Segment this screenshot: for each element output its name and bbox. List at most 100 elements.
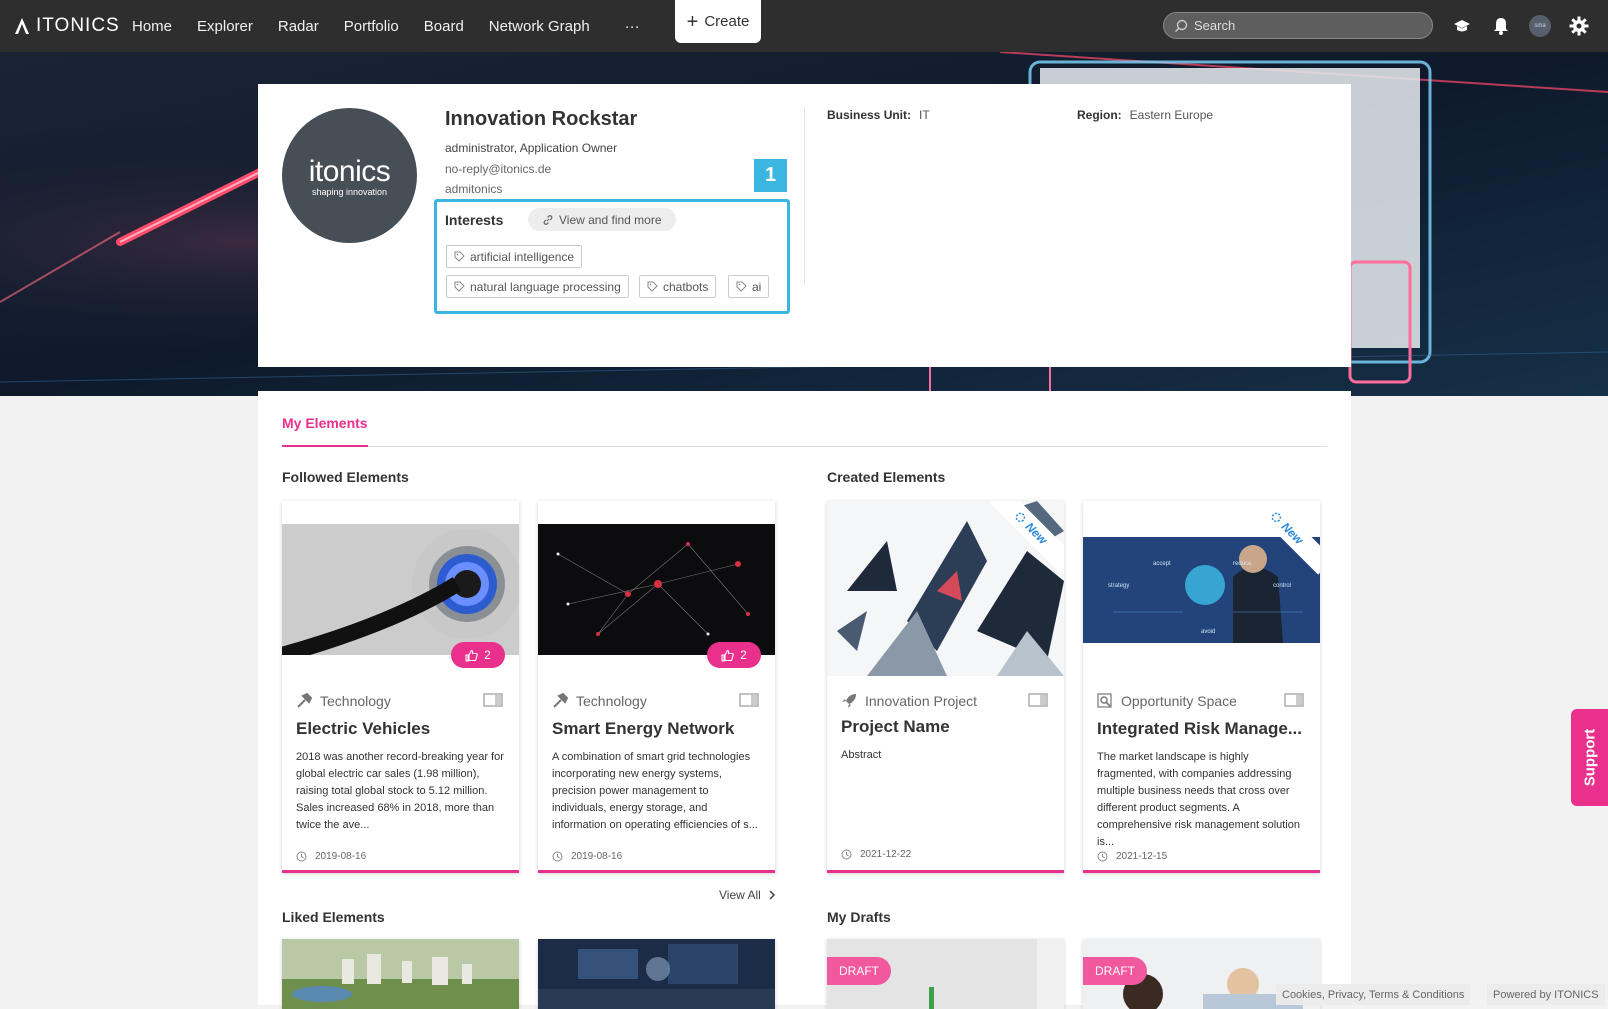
draft-card-1[interactable]: DRAFT bbox=[827, 939, 1064, 1009]
region-label: Region: bbox=[1077, 108, 1122, 122]
avatar-logo-text: itonics bbox=[308, 154, 391, 188]
top-navigation-bar: ITONICS Home Explorer Radar Portfolio Bo… bbox=[0, 0, 1608, 52]
my-drafts-heading: My Drafts bbox=[827, 909, 891, 925]
nav-portfolio[interactable]: Portfolio bbox=[344, 18, 399, 35]
element-card-integrated-risk-management[interactable]: accept reduce strategy control avoid New Opp… bbox=[1083, 501, 1320, 873]
more-menu-button[interactable]: ··· bbox=[625, 18, 640, 35]
view-more-label: View and find more bbox=[559, 212, 662, 227]
card-title[interactable]: Project Name bbox=[841, 717, 1051, 737]
card-title[interactable]: Electric Vehicles bbox=[296, 719, 506, 739]
legal-footer-link[interactable]: Cookies, Privacy, Terms & Conditions bbox=[1276, 984, 1471, 1005]
app-logo[interactable]: ITONICS bbox=[14, 15, 120, 37]
thumbs-up-icon bbox=[721, 649, 734, 662]
rocket-icon bbox=[842, 694, 856, 708]
liked-elements-heading: Liked Elements bbox=[282, 909, 385, 925]
liked-card-operating-room[interactable] bbox=[538, 939, 775, 1009]
card-type: Innovation Project bbox=[841, 693, 977, 709]
draft-badge: DRAFT bbox=[1083, 957, 1147, 985]
user-avatar[interactable]: sma bbox=[1529, 15, 1551, 37]
element-card-smart-energy-network[interactable]: 2 Technology Smart Energy Network A comb… bbox=[538, 501, 775, 873]
followed-elements-heading: Followed Elements bbox=[282, 469, 409, 485]
created-elements-heading: Created Elements bbox=[827, 469, 946, 485]
presentation-icon[interactable] bbox=[1028, 693, 1048, 709]
tab-active-indicator bbox=[282, 445, 368, 447]
settings-gear-icon[interactable] bbox=[1568, 15, 1590, 37]
support-tab[interactable]: Support bbox=[1571, 709, 1608, 806]
magnifier-icon bbox=[1097, 693, 1112, 708]
tag-label: ai bbox=[752, 279, 762, 294]
svg-text:strategy: strategy bbox=[1108, 583, 1129, 589]
card-date: 2019-08-16 bbox=[296, 851, 366, 862]
card-image: accept reduce strategy control avoid bbox=[1083, 537, 1320, 643]
link-icon bbox=[543, 214, 553, 225]
element-card-electric-vehicles[interactable]: 2 Technology Electric Vehicles 2018 was … bbox=[282, 501, 519, 873]
create-button[interactable]: + Create bbox=[675, 0, 761, 43]
tag-icon bbox=[736, 281, 747, 292]
create-label: Create bbox=[704, 13, 750, 30]
card-date-value: 2021-12-22 bbox=[860, 849, 912, 860]
card-type-label: Innovation Project bbox=[865, 693, 978, 709]
card-description: 2018 was another record-breaking year fo… bbox=[296, 751, 504, 831]
card-type-label: Technology bbox=[320, 693, 391, 709]
tag-label: natural language processing bbox=[470, 279, 621, 294]
tag-label: chatbots bbox=[663, 279, 709, 294]
plus-icon: + bbox=[686, 10, 699, 33]
svg-text:accept: accept bbox=[1153, 561, 1171, 567]
interests-title: Interests bbox=[445, 212, 504, 228]
tag-icon bbox=[454, 281, 465, 292]
my-elements-panel: My Elements Followed Elements Created El… bbox=[258, 391, 1351, 1009]
avatar-tagline: shaping innovation bbox=[311, 186, 388, 197]
region-value: Eastern Europe bbox=[1129, 108, 1214, 122]
new-spinner-icon bbox=[1015, 512, 1026, 523]
nav-radar[interactable]: Radar bbox=[278, 18, 319, 35]
card-type-label: Opportunity Space bbox=[1121, 693, 1237, 709]
support-label: Support bbox=[1581, 728, 1598, 787]
draft-badge: DRAFT bbox=[827, 957, 891, 985]
search-input[interactable] bbox=[1194, 18, 1414, 33]
view-all-link[interactable]: View All bbox=[719, 888, 776, 902]
powered-by-footer-link[interactable]: Powered by ITONICS bbox=[1487, 984, 1605, 1005]
presentation-icon[interactable] bbox=[483, 693, 503, 709]
tag-icon bbox=[647, 281, 658, 292]
nav-board[interactable]: Board bbox=[424, 18, 464, 35]
card-title[interactable]: Smart Energy Network bbox=[552, 719, 762, 739]
element-card-project-name[interactable]: New Innovation Project Project Name Abst… bbox=[827, 501, 1064, 873]
profile-card: itonics shaping innovation Innovation Ro… bbox=[258, 84, 1351, 367]
card-type: Opportunity Space bbox=[1097, 693, 1237, 709]
tag-icon bbox=[454, 251, 465, 262]
nav-network-graph[interactable]: Network Graph bbox=[489, 18, 590, 35]
nav-explorer[interactable]: Explorer bbox=[197, 18, 253, 35]
interest-tag-nlp[interactable]: natural language processing bbox=[446, 275, 629, 298]
annotation-marker: 1 bbox=[754, 159, 787, 192]
likes-button[interactable]: 2 bbox=[451, 642, 505, 668]
clock-icon bbox=[1097, 851, 1108, 862]
view-all-label: View All bbox=[719, 888, 761, 902]
tab-divider bbox=[282, 446, 1327, 447]
profile-roles: administrator, Application Owner bbox=[445, 141, 618, 155]
card-date-value: 2019-08-16 bbox=[571, 851, 623, 862]
region: Region: Eastern Europe bbox=[1077, 108, 1213, 122]
profile-divider bbox=[804, 108, 805, 284]
likes-button[interactable]: 2 bbox=[707, 642, 761, 668]
card-type: Technology bbox=[296, 693, 391, 709]
clock-icon bbox=[552, 851, 563, 862]
tab-my-elements[interactable]: My Elements bbox=[282, 415, 368, 431]
thumbs-up-icon bbox=[465, 649, 478, 662]
tag-label: artificial intelligence bbox=[470, 249, 575, 264]
search-icon bbox=[1175, 19, 1188, 32]
notifications-bell-icon[interactable] bbox=[1490, 15, 1512, 37]
academy-icon[interactable] bbox=[1451, 15, 1473, 37]
interest-tag-chatbots[interactable]: chatbots bbox=[639, 275, 717, 298]
card-date-value: 2021-12-15 bbox=[1116, 851, 1168, 862]
presentation-icon[interactable] bbox=[1284, 693, 1304, 709]
card-title[interactable]: Integrated Risk Manage... bbox=[1097, 719, 1307, 739]
business-unit: Business Unit: IT bbox=[827, 108, 930, 122]
card-image bbox=[282, 524, 519, 655]
view-and-find-more-button[interactable]: View and find more bbox=[528, 208, 676, 231]
nav-home[interactable]: Home bbox=[132, 18, 172, 35]
interest-tag-ai[interactable]: ai bbox=[728, 275, 770, 298]
interest-tag-artificial-intelligence[interactable]: artificial intelligence bbox=[446, 245, 583, 268]
liked-card-smart-city[interactable] bbox=[282, 939, 519, 1009]
card-image bbox=[282, 939, 519, 1009]
presentation-icon[interactable] bbox=[739, 693, 759, 709]
